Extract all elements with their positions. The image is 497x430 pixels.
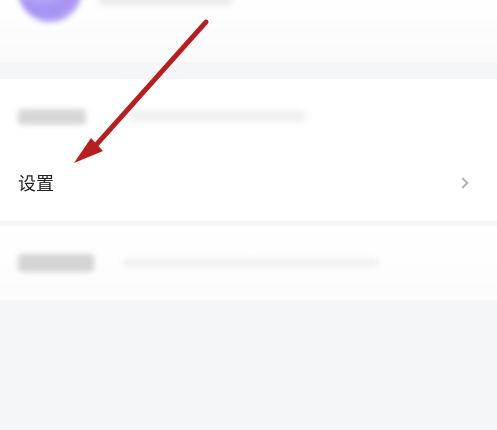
blurred-lower-menu-label (18, 254, 94, 272)
chevron-right-icon (457, 177, 469, 189)
settings-row[interactable]: 设置 (0, 166, 497, 208)
blurred-menu-detail (128, 111, 306, 121)
lower-menu-card (0, 226, 497, 300)
profile-header-strip (0, 0, 497, 62)
blurred-profile-text (98, 0, 233, 6)
blurred-lower-menu-detail (122, 259, 378, 267)
blurred-menu-item (0, 101, 497, 135)
profile-menu-screen: 设置 (0, 0, 497, 430)
settings-label: 设置 (18, 174, 54, 195)
blurred-menu-label (18, 109, 86, 125)
avatar[interactable] (18, 0, 82, 22)
menu-card: 设置 (0, 79, 497, 221)
